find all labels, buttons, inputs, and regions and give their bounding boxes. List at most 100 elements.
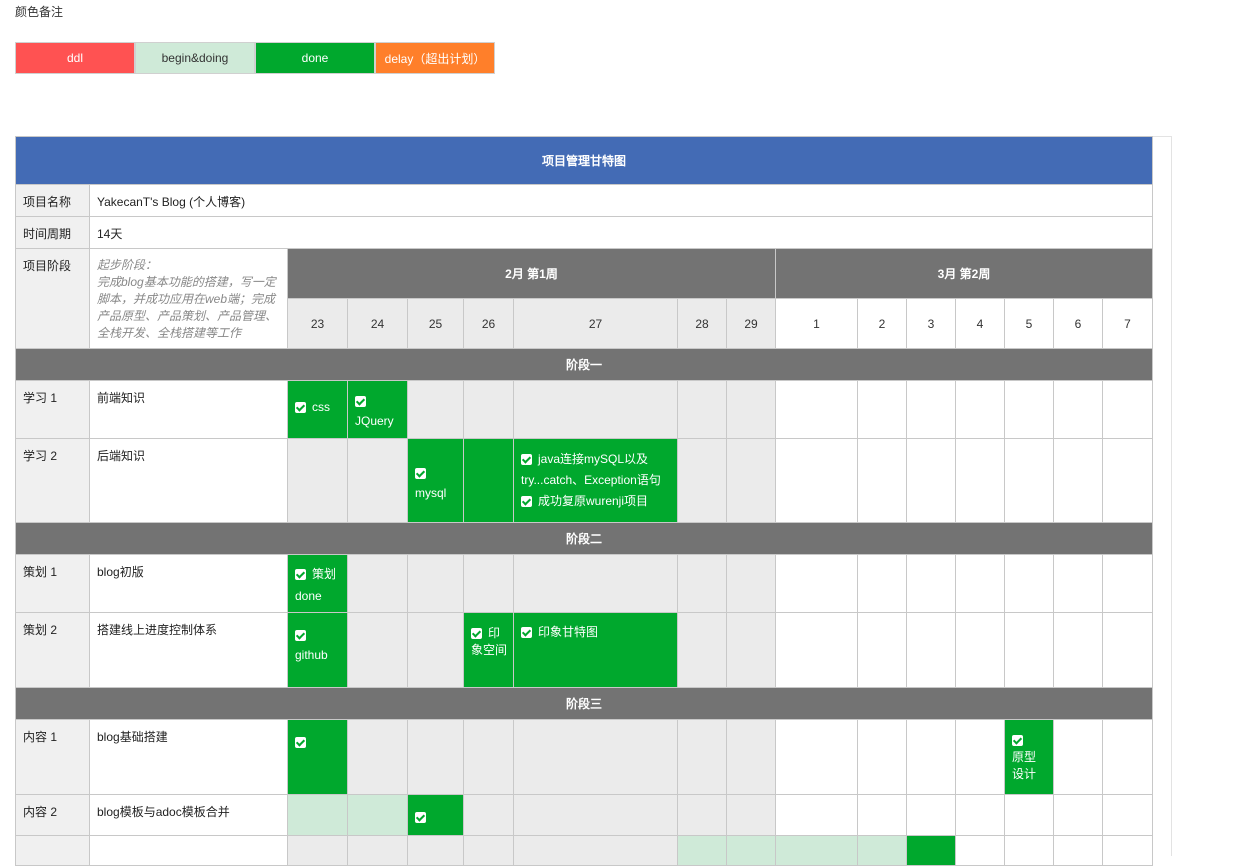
task-cell[interactable]: 印象甘特图 xyxy=(513,612,678,688)
task-cell[interactable] xyxy=(407,794,464,836)
task-cell[interactable] xyxy=(463,438,514,523)
empty-cell[interactable] xyxy=(775,554,858,613)
checkbox-icon[interactable] xyxy=(295,737,306,749)
empty-cell[interactable] xyxy=(287,438,348,523)
empty-cell[interactable] xyxy=(775,794,858,836)
empty-cell[interactable] xyxy=(775,438,858,523)
row-name-study1[interactable]: 前端知识 xyxy=(89,380,288,439)
empty-cell[interactable] xyxy=(463,719,514,795)
checkbox-icon[interactable] xyxy=(355,396,366,408)
empty-cell[interactable] xyxy=(1053,794,1103,836)
empty-cell[interactable] xyxy=(955,380,1005,439)
task-cell-begin[interactable] xyxy=(677,835,727,866)
checkbox-icon[interactable] xyxy=(521,454,532,466)
empty-cell[interactable] xyxy=(857,719,907,795)
empty-cell[interactable] xyxy=(1004,794,1054,836)
empty-cell[interactable] xyxy=(677,554,727,613)
empty-cell[interactable] xyxy=(857,612,907,688)
empty-cell[interactable] xyxy=(955,554,1005,613)
empty-cell[interactable] xyxy=(1053,438,1103,523)
empty-cell[interactable] xyxy=(1004,835,1054,866)
empty-cell[interactable] xyxy=(513,835,678,866)
empty-cell[interactable] xyxy=(857,380,907,439)
empty-cell[interactable] xyxy=(677,438,727,523)
checkbox-icon[interactable] xyxy=(521,627,532,639)
checkbox-icon[interactable] xyxy=(295,402,306,414)
empty-cell[interactable] xyxy=(906,554,956,613)
task-cell-begin[interactable] xyxy=(726,835,776,866)
row-name-study2[interactable]: 后端知识 xyxy=(89,438,288,523)
empty-cell[interactable] xyxy=(906,612,956,688)
checkbox-icon[interactable] xyxy=(521,496,532,508)
empty-cell[interactable] xyxy=(857,438,907,523)
empty-cell[interactable] xyxy=(1101,438,1154,523)
empty-cell[interactable] xyxy=(906,794,956,836)
row-name-content1[interactable]: blog基础搭建 xyxy=(89,719,288,795)
row-name-plan2[interactable]: 搭建线上进度控制体系 xyxy=(89,612,288,688)
empty-cell[interactable] xyxy=(906,719,956,795)
empty-cell[interactable] xyxy=(463,794,514,836)
task-cell[interactable]: 原型设计 xyxy=(1004,719,1054,795)
task-cell[interactable]: 策划done xyxy=(287,554,348,613)
empty-cell[interactable] xyxy=(906,438,956,523)
empty-cell[interactable] xyxy=(287,835,348,866)
empty-cell[interactable] xyxy=(1101,719,1154,795)
row-name-next[interactable] xyxy=(89,835,288,866)
empty-cell[interactable] xyxy=(513,380,678,439)
empty-cell[interactable] xyxy=(463,380,514,439)
empty-cell[interactable] xyxy=(726,554,776,613)
empty-cell[interactable] xyxy=(1101,554,1154,613)
empty-cell[interactable] xyxy=(726,612,776,688)
empty-cell[interactable] xyxy=(1101,612,1154,688)
task-cell-begin[interactable] xyxy=(287,794,348,836)
empty-cell[interactable] xyxy=(513,554,678,613)
empty-cell[interactable] xyxy=(347,719,408,795)
empty-cell[interactable] xyxy=(513,794,678,836)
task-cell[interactable]: css xyxy=(287,380,348,439)
empty-cell[interactable] xyxy=(1101,835,1154,866)
empty-cell[interactable] xyxy=(347,835,408,866)
project-name-value[interactable]: YakecanT's Blog (个人博客) xyxy=(88,184,1154,217)
empty-cell[interactable] xyxy=(677,612,727,688)
task-cell[interactable]: JQuery xyxy=(347,380,408,439)
empty-cell[interactable] xyxy=(1053,554,1103,613)
empty-cell[interactable] xyxy=(775,612,858,688)
task-cell-begin[interactable] xyxy=(857,835,907,866)
empty-cell[interactable] xyxy=(463,554,514,613)
task-cell[interactable]: github xyxy=(287,612,348,688)
empty-cell[interactable] xyxy=(955,794,1005,836)
empty-cell[interactable] xyxy=(513,719,678,795)
empty-cell[interactable] xyxy=(955,835,1005,866)
empty-cell[interactable] xyxy=(677,794,727,836)
row-name-content2[interactable]: blog模板与adoc模板合并 xyxy=(89,794,288,836)
empty-cell[interactable] xyxy=(726,380,776,439)
task-cell[interactable]: java连接mySQL以及try...catch、Exception语句 成功复… xyxy=(513,438,678,523)
empty-cell[interactable] xyxy=(1004,380,1054,439)
task-cell[interactable] xyxy=(287,719,348,795)
empty-cell[interactable] xyxy=(1053,835,1103,866)
empty-cell[interactable] xyxy=(407,719,464,795)
empty-cell[interactable] xyxy=(677,719,727,795)
empty-cell[interactable] xyxy=(955,438,1005,523)
task-cell[interactable]: mysql xyxy=(407,438,464,523)
empty-cell[interactable] xyxy=(726,438,776,523)
checkbox-icon[interactable] xyxy=(295,630,306,642)
checkbox-icon[interactable] xyxy=(471,628,482,640)
task-cell-begin[interactable] xyxy=(775,835,858,866)
task-cell[interactable] xyxy=(906,835,956,866)
empty-cell[interactable] xyxy=(775,380,858,439)
empty-cell[interactable] xyxy=(1004,554,1054,613)
empty-cell[interactable] xyxy=(407,835,464,866)
checkbox-icon[interactable] xyxy=(295,569,306,581)
task-cell-begin[interactable] xyxy=(347,794,408,836)
empty-cell[interactable] xyxy=(1053,380,1103,439)
row-name-plan1[interactable]: blog初版 xyxy=(89,554,288,613)
empty-cell[interactable] xyxy=(906,380,956,439)
empty-cell[interactable] xyxy=(407,554,464,613)
phase-description[interactable]: 起步阶段： 完成blog基本功能的搭建，写一定脚本，并成功应用在web端；完成产… xyxy=(89,248,288,349)
empty-cell[interactable] xyxy=(857,554,907,613)
empty-cell[interactable] xyxy=(1004,612,1054,688)
empty-cell[interactable] xyxy=(726,719,776,795)
empty-cell[interactable] xyxy=(347,554,408,613)
empty-cell[interactable] xyxy=(407,380,464,439)
